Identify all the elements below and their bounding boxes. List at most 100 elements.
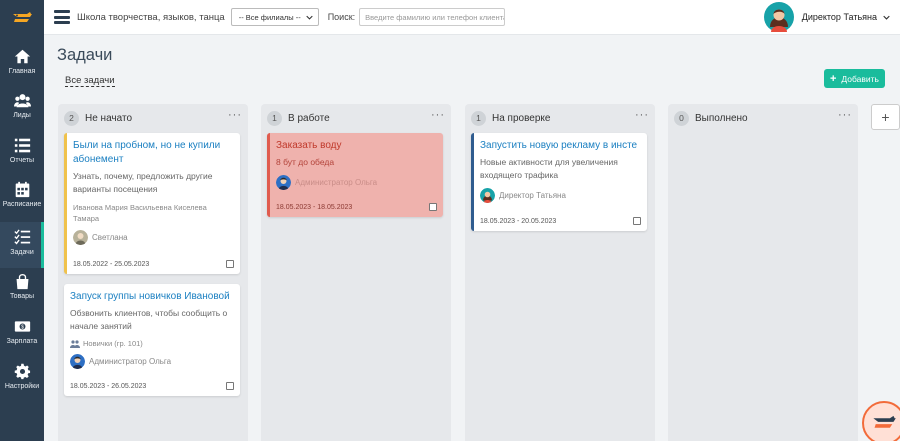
task-dates: 18.05.2022 - 25.05.2023 <box>73 261 150 268</box>
home-icon <box>14 49 30 64</box>
task-title[interactable]: Заказать воду <box>276 139 437 153</box>
calendar-icon <box>15 181 29 198</box>
search-input[interactable] <box>359 8 506 26</box>
column-count-badge: 1 <box>267 110 282 126</box>
plus-icon: + <box>829 72 837 85</box>
task-checkbox[interactable] <box>429 203 437 211</box>
avatar <box>480 188 495 203</box>
avatar <box>73 230 88 245</box>
help-chat-widget[interactable] <box>862 401 900 441</box>
gear-icon <box>14 363 30 380</box>
menu-toggle-icon[interactable] <box>54 10 70 24</box>
task-clients[interactable]: Иванова Мария Васильевна Киселева Тамара <box>73 202 234 224</box>
task-checkbox[interactable] <box>226 260 234 268</box>
column-title: Не начато <box>85 112 133 124</box>
logo-icon <box>13 12 32 22</box>
column-done: 0 Выполнено ··· <box>668 104 858 441</box>
task-description: 8 бут до обеда <box>276 157 335 167</box>
search-label: Поиск: <box>327 12 356 22</box>
sidebar-item-schedule[interactable]: Расписание <box>0 181 44 225</box>
sidebar-item-label: Главная <box>8 68 36 75</box>
page-title: Задачи <box>57 46 113 64</box>
column-header: 0 Выполнено ··· <box>674 109 852 127</box>
assignee-name: Светлана <box>92 233 128 242</box>
bag-icon <box>16 274 28 290</box>
logo[interactable] <box>0 0 44 36</box>
task-assignee: Светлана <box>73 230 234 245</box>
task-title[interactable]: Запуск группы новичков Ивановой <box>70 290 234 304</box>
money-icon: $ <box>14 321 30 332</box>
chevron-down-icon <box>306 15 313 20</box>
column-count-badge: 2 <box>64 110 79 126</box>
task-card[interactable]: Заказать воду 8 бут до обеда Администрат… <box>267 133 443 217</box>
sidebar-item-label: Товары <box>9 293 35 300</box>
sidebar-item-reports[interactable]: Отчеты <box>0 137 44 181</box>
task-card[interactable]: Запустить новую рекламу в инсте Новые ак… <box>471 133 647 231</box>
tasks-icon <box>13 229 30 245</box>
sidebar-item-label: Лиды <box>13 112 31 119</box>
users-icon <box>13 94 31 108</box>
topbar: Школа творчества, языков, танца -- Все ф… <box>44 0 900 35</box>
task-card[interactable]: Запуск группы новичков Ивановой Обзвонит… <box>64 284 240 396</box>
assignee-name: Администратор Ольга <box>295 178 378 187</box>
column-header: 1 В работе ··· <box>267 109 445 127</box>
sidebar-item-label: Настройки <box>4 383 40 390</box>
sidebar-item-settings[interactable]: Настройки <box>0 363 44 407</box>
sidebar-item-leads[interactable]: Лиды <box>0 92 44 136</box>
column-menu-icon[interactable]: ··· <box>228 110 242 121</box>
column-header: 2 Не начато ··· <box>64 109 242 127</box>
school-name: Школа творчества, языков, танца <box>77 11 225 23</box>
group-icon <box>70 339 80 348</box>
column-in-progress: 1 В работе ··· Заказать воду 8 бут до об… <box>261 104 451 441</box>
task-dates: 18.05.2023 - 26.05.2023 <box>70 383 147 390</box>
user-menu[interactable]: Директор Татьяна <box>763 2 890 32</box>
task-dates: 18.05.2023 - 18.05.2023 <box>276 204 353 211</box>
list-icon <box>14 138 30 153</box>
column-title: Выполнено <box>695 112 748 124</box>
avatar <box>276 175 291 190</box>
branch-select[interactable]: -- Все филиалы -- <box>230 8 319 26</box>
sidebar-item-label: Расписание <box>2 201 42 208</box>
column-count-badge: 0 <box>674 110 689 126</box>
task-group-label: Новички (гр. 101) <box>83 339 143 348</box>
plus-icon: + <box>881 109 890 125</box>
column-menu-icon[interactable]: ··· <box>635 110 649 121</box>
task-checkbox[interactable] <box>633 217 641 225</box>
task-card[interactable]: Были на пробном, но не купили абонемент … <box>64 133 240 274</box>
sidebar-item-home[interactable]: Главная <box>0 48 44 92</box>
column-review: 1 На проверке ··· Запустить новую реклам… <box>465 104 655 441</box>
sidebar: Главная Лиды Отчеты Расписание Задачи То… <box>0 0 44 441</box>
avatar <box>763 2 794 32</box>
task-assignee: Администратор Ольга <box>70 354 234 369</box>
task-group[interactable]: Новички (гр. 101) <box>70 339 234 348</box>
sidebar-item-label: Зарплата <box>6 338 38 345</box>
task-checkbox[interactable] <box>226 382 234 390</box>
add-column-button[interactable]: + <box>871 104 900 130</box>
column-menu-icon[interactable]: ··· <box>838 110 852 121</box>
task-description: Узнать, почему, предложить другие вариан… <box>73 171 213 194</box>
column-not-started: 2 Не начато ··· Были на пробном, но не к… <box>58 104 248 441</box>
add-task-button[interactable]: + Добавить <box>824 69 885 88</box>
user-name: Директор Татьяна <box>801 12 877 22</box>
column-menu-icon[interactable]: ··· <box>431 110 445 121</box>
task-dates: 18.05.2023 - 20.05.2023 <box>480 218 557 225</box>
task-description: Новые активности для увеличения входящег… <box>480 157 618 180</box>
sidebar-item-goods[interactable]: Товары <box>0 273 44 317</box>
svg-text:$: $ <box>21 325 24 331</box>
assignee-name: Директор Татьяна <box>499 191 566 200</box>
task-title[interactable]: Запустить новую рекламу в инсте <box>480 139 641 153</box>
column-title: На проверке <box>492 112 551 124</box>
sidebar-item-tasks[interactable]: Задачи <box>0 222 44 268</box>
chat-logo-icon <box>873 415 896 428</box>
all-tasks-filter-link[interactable]: Все задачи <box>65 75 115 87</box>
sidebar-item-salary[interactable]: $ Зарплата <box>0 318 44 362</box>
column-count-badge: 1 <box>471 110 486 126</box>
column-header: 1 На проверке ··· <box>471 109 649 127</box>
add-task-button-label: Добавить <box>841 73 879 84</box>
task-title[interactable]: Были на пробном, но не купили абонемент <box>73 139 234 167</box>
sidebar-item-label: Задачи <box>10 249 34 256</box>
avatar <box>70 354 85 369</box>
assignee-name: Администратор Ольга <box>89 357 172 366</box>
task-description: Обзвонить клиентов, чтобы сообщить о нач… <box>70 308 228 331</box>
branch-select-value: -- Все филиалы -- <box>238 12 301 22</box>
